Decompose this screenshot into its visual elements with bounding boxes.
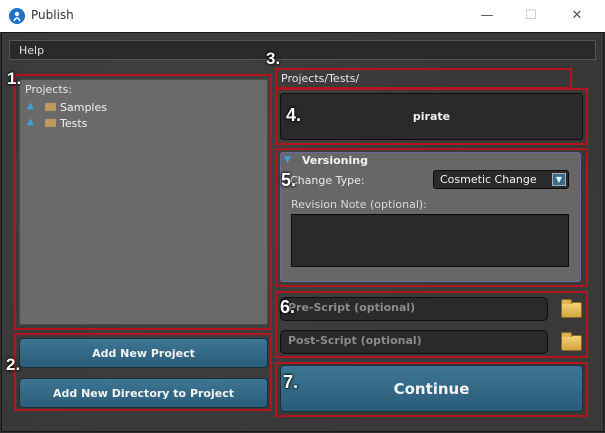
project-path: Projects/Tests/ bbox=[281, 72, 360, 85]
annotation-number-3: 3. bbox=[266, 49, 281, 68]
folder-icon bbox=[45, 119, 56, 127]
pre-script-browse-folder-icon[interactable] bbox=[561, 299, 582, 318]
post-script-browse-folder-icon[interactable] bbox=[561, 332, 582, 351]
expand-arrow-icon[interactable]: ▲ bbox=[27, 101, 34, 111]
revision-note-label: Revision Note (optional): bbox=[291, 198, 427, 211]
post-script-input[interactable]: Post-Script (optional) bbox=[280, 330, 548, 354]
project-name-display: pirate bbox=[280, 93, 583, 140]
folder-icon bbox=[45, 103, 56, 111]
window-title: Publish bbox=[31, 8, 74, 22]
tree-item-label: Samples bbox=[60, 101, 107, 114]
projects-label: Projects: bbox=[25, 83, 73, 96]
tree-item-label: Tests bbox=[60, 117, 88, 130]
add-new-project-button[interactable]: Add New Project bbox=[19, 338, 268, 368]
app-icon bbox=[9, 8, 25, 24]
annotation-number-4: 4. bbox=[286, 105, 302, 125]
minimize-button[interactable]: — bbox=[476, 6, 498, 26]
projects-tree[interactable] bbox=[19, 79, 268, 325]
annotation-number-1: 1. bbox=[7, 69, 22, 88]
dropdown-arrow-icon[interactable]: ▼ bbox=[552, 173, 566, 186]
annotation-number-5: 5. bbox=[281, 170, 297, 190]
continue-button[interactable]: Continue bbox=[280, 365, 583, 412]
help-menu[interactable]: Help bbox=[19, 44, 44, 57]
menu-bar: Help bbox=[9, 40, 596, 60]
revision-note-input[interactable] bbox=[291, 214, 569, 267]
annotation-number-6: 6. bbox=[280, 297, 296, 317]
expand-arrow-icon[interactable]: ▲ bbox=[27, 117, 34, 127]
pre-script-input[interactable]: Pre-Script (optional) bbox=[280, 297, 548, 321]
title-bar bbox=[0, 0, 605, 32]
maximize-button[interactable]: ☐ bbox=[520, 6, 542, 26]
annotation-number-2: 2. bbox=[6, 355, 21, 374]
change-type-label: Change Type: bbox=[290, 174, 365, 187]
add-new-directory-button[interactable]: Add New Directory to Project bbox=[19, 378, 268, 408]
change-type-dropdown[interactable]: Cosmetic Change ▼ bbox=[433, 170, 569, 189]
annotation-number-7: 7. bbox=[283, 372, 299, 392]
versioning-title[interactable]: Versioning bbox=[302, 154, 368, 167]
collapse-arrow-icon[interactable]: ▼ bbox=[284, 155, 291, 165]
change-type-value: Cosmetic Change bbox=[440, 173, 537, 186]
close-button[interactable]: ✕ bbox=[566, 6, 588, 26]
